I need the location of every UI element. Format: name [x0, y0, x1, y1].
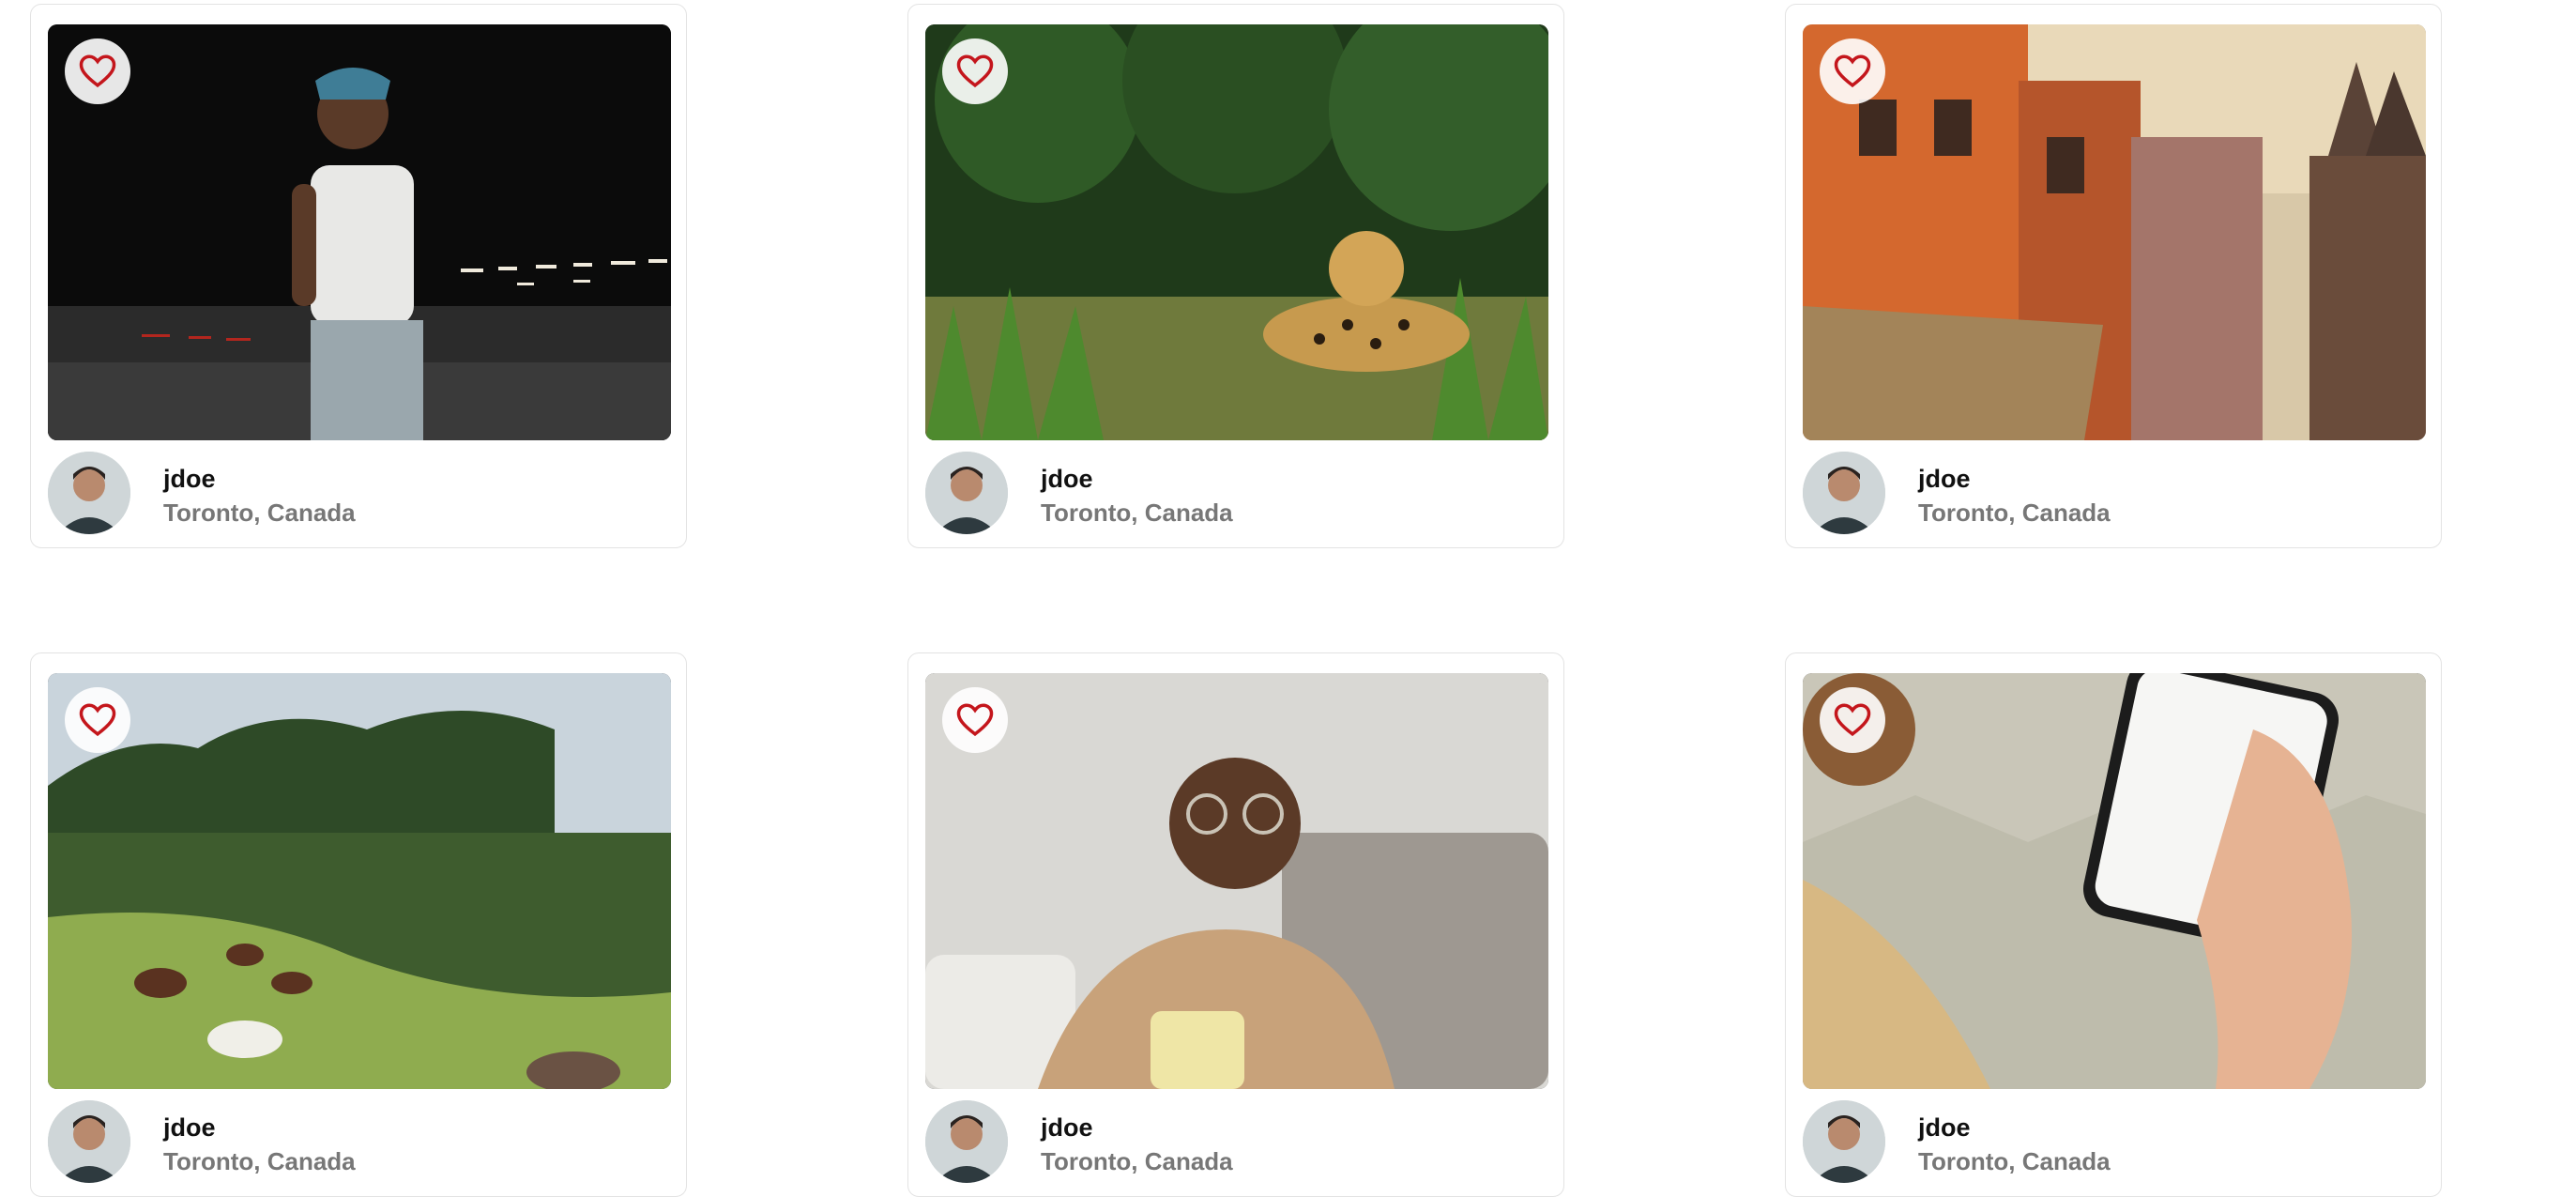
like-button[interactable]	[65, 687, 130, 753]
horses-grazing-hillside-image	[48, 673, 671, 1089]
location: Toronto, Canada	[163, 1147, 356, 1175]
hand-holding-phone-app-image	[1803, 673, 2426, 1089]
like-button[interactable]	[942, 38, 1008, 104]
avatar[interactable]	[1803, 1100, 1885, 1183]
post-author: jdoe Toronto, Canada	[925, 1100, 1548, 1185]
avatar[interactable]	[925, 1100, 1008, 1183]
like-button[interactable]	[1820, 38, 1885, 104]
post-image[interactable]	[1803, 24, 2426, 440]
location: Toronto, Canada	[163, 499, 356, 527]
username[interactable]: jdoe	[1041, 1113, 1093, 1143]
username[interactable]: jdoe	[1918, 1113, 1971, 1143]
heart-outline-icon	[79, 703, 116, 737]
post-image[interactable]	[1803, 673, 2426, 1089]
like-button[interactable]	[942, 687, 1008, 753]
old-city-buildings-image	[1803, 24, 2426, 440]
avatar[interactable]	[48, 1100, 130, 1183]
avatar[interactable]	[48, 452, 130, 534]
heart-outline-icon	[1834, 703, 1871, 737]
post-author: jdoe Toronto, Canada	[925, 452, 1548, 536]
post-card[interactable]: jdoe Toronto, Canada	[30, 4, 687, 548]
avatar[interactable]	[1803, 452, 1885, 534]
username[interactable]: jdoe	[163, 1113, 216, 1143]
post-card[interactable]: jdoe Toronto, Canada	[1785, 652, 2442, 1197]
post-card[interactable]: jdoe Toronto, Canada	[1785, 4, 2442, 548]
post-author: jdoe Toronto, Canada	[1803, 1100, 2426, 1185]
username[interactable]: jdoe	[1918, 465, 1971, 494]
post-image[interactable]	[48, 24, 671, 440]
post-image[interactable]	[925, 24, 1548, 440]
post-author: jdoe Toronto, Canada	[48, 452, 671, 536]
username[interactable]: jdoe	[163, 465, 216, 494]
like-button[interactable]	[1820, 687, 1885, 753]
man-walking-night-street-image	[48, 24, 671, 440]
username[interactable]: jdoe	[1041, 465, 1093, 494]
post-image[interactable]	[48, 673, 671, 1089]
user-avatar-image	[1803, 452, 1885, 534]
like-button[interactable]	[65, 38, 130, 104]
user-avatar-image	[48, 1100, 130, 1183]
location: Toronto, Canada	[1918, 1147, 2111, 1175]
heart-outline-icon	[956, 54, 994, 88]
post-author: jdoe Toronto, Canada	[48, 1100, 671, 1185]
location: Toronto, Canada	[1041, 1147, 1233, 1175]
user-avatar-image	[925, 452, 1008, 534]
heart-outline-icon	[1834, 54, 1871, 88]
jaguar-in-grass-image	[925, 24, 1548, 440]
post-author: jdoe Toronto, Canada	[1803, 452, 2426, 536]
post-image[interactable]	[925, 673, 1548, 1089]
heart-outline-icon	[956, 703, 994, 737]
user-avatar-image	[1803, 1100, 1885, 1183]
location: Toronto, Canada	[1918, 499, 2111, 527]
post-card[interactable]: jdoe Toronto, Canada	[30, 652, 687, 1197]
user-avatar-image	[48, 452, 130, 534]
post-card[interactable]: jdoe Toronto, Canada	[907, 652, 1564, 1197]
location: Toronto, Canada	[1041, 499, 1233, 527]
avatar[interactable]	[925, 452, 1008, 534]
user-avatar-image	[925, 1100, 1008, 1183]
heart-outline-icon	[79, 54, 116, 88]
post-card[interactable]: jdoe Toronto, Canada	[907, 4, 1564, 548]
smiling-man-with-cup-image	[925, 673, 1548, 1089]
